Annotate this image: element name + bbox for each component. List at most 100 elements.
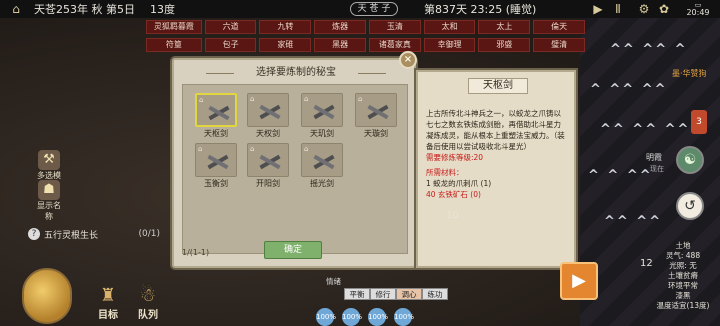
queue-icon: ☃ <box>139 285 157 306</box>
treasure-item[interactable]: ⌂ 天枢剑 <box>195 93 239 138</box>
sword-icon <box>205 101 231 123</box>
sect-tag[interactable]: 幸御理 <box>423 38 476 52</box>
material-item: 1 蛟龙的爪刺爪 (1) <box>426 179 492 188</box>
sect-tag[interactable]: 邪盛 <box>478 38 531 52</box>
progress-bubble: 100% <box>368 308 388 326</box>
sect-tag[interactable]: 诸葛家真 <box>368 38 421 52</box>
season-badge[interactable]: 天 苍 子 <box>350 2 398 16</box>
queue-button[interactable]: ☃ 队列 <box>130 285 166 322</box>
sect-tags: 灵狐羁暮霞 六道 九转 炼器 玉清 太和 太上 倫天 符篁 包子 家碓 黑器 诸… <box>146 20 588 56</box>
mountain-icon: ^^ ^^ <box>604 214 663 229</box>
lock-icon: ⌂ <box>250 95 255 103</box>
progress-bubble: 100% <box>342 308 362 326</box>
sect-tag[interactable]: 太和 <box>423 20 476 34</box>
treasure-item[interactable]: ⌂ 天璇剑 <box>355 93 399 138</box>
item-name: 天璇剑 <box>364 129 388 138</box>
pause-icon[interactable]: Ⅱ <box>610 2 626 16</box>
mountain-icon: ^^ ^^ ^ <box>610 42 688 57</box>
treasure-item[interactable]: ⌂ 摇光剑 <box>301 143 345 188</box>
mode-chip[interactable]: 平衡 <box>344 288 370 300</box>
mode-chip[interactable]: 调心 <box>396 288 422 300</box>
item-name: 摇光剑 <box>310 179 334 188</box>
mountain-icon: ^ ^^ ^^ <box>590 82 668 97</box>
tile-stat: 土地 <box>675 241 691 250</box>
lock-icon: ⌂ <box>198 145 203 153</box>
progress-bubble: 100% <box>316 308 336 326</box>
sword-icon <box>204 150 230 172</box>
lock-icon: ⌂ <box>250 145 255 153</box>
sect-tag[interactable]: 炼器 <box>314 20 366 34</box>
mode-chip[interactable]: 修行 <box>370 288 396 300</box>
treasure-description-panel: 天枢剑 上古所传北斗神兵之一，以蛟龙之爪铸以七七之数玄铁炼成剑胎，再借助北斗星力… <box>416 70 576 268</box>
target-label: 目标 <box>98 310 118 321</box>
tile-stat: 环境平常 <box>668 281 698 290</box>
play-icon[interactable]: ▶ <box>560 262 598 300</box>
gourd-icon[interactable] <box>22 268 72 324</box>
question-icon: ? <box>28 228 40 240</box>
treasure-item[interactable]: ⌂ 天玑剑 <box>301 93 345 138</box>
sword-icon <box>310 100 336 122</box>
sect-tag[interactable]: 符篁 <box>146 38 202 52</box>
tile-stat: 漆黑 <box>675 291 691 300</box>
cultivation-bar: 情绪 平衡 修行 调心 练功 <box>296 276 456 306</box>
mode-chip[interactable]: 练功 <box>422 288 448 300</box>
forge-dialog: 选择要炼制的秘宝 ⌂ 天枢剑 ⌂ 天权剑 ⌂ 天玑剑 ⌂ 天璇剑 ⌂ 玉衡剑 ⌂… <box>172 58 416 268</box>
sword-icon <box>256 150 282 172</box>
lock-icon: ⌂ <box>199 96 204 104</box>
mountain-icon: ^ ^ ^^ <box>588 168 653 183</box>
tile-stat: 光照: 无 <box>669 261 697 270</box>
treasure-item[interactable]: ⌂ 天权剑 <box>247 93 291 138</box>
close-icon[interactable]: × <box>399 51 417 69</box>
sect-tag[interactable]: 六道 <box>204 20 257 34</box>
description-text: 上古所传北斗神兵之一，以蛟龙之爪铸以七七之数玄铁炼成剑胎，再借助北斗星力凝炼成灵… <box>426 109 565 151</box>
settings-icon[interactable]: ⚙ <box>636 2 652 16</box>
sect-tag[interactable]: 倫天 <box>533 20 585 34</box>
show-name-label: 显示名称 <box>37 201 61 221</box>
sect-tag[interactable]: 包子 <box>204 38 257 52</box>
sect-tag[interactable]: 太上 <box>478 20 531 34</box>
lock-icon: ⌂ <box>358 95 363 103</box>
sect-tag[interactable]: 灵狐羁暮霞 <box>146 20 202 34</box>
map-label: 明霞 <box>646 153 662 162</box>
sect-tag[interactable]: 璧清 <box>533 38 585 52</box>
confirm-button[interactable]: 确定 <box>264 241 322 259</box>
tag-row: 灵狐羁暮霞 六道 九转 炼器 玉清 太和 太上 倫天 <box>146 20 588 35</box>
quest-tracker[interactable]: ? 五行灵根生长 (0/1) <box>28 226 160 242</box>
sect-tag[interactable]: 玉清 <box>368 20 421 34</box>
tile-stat: 土壤贫瘠 <box>668 271 698 280</box>
materials-label: 所需材料： <box>426 168 464 177</box>
queue-label: 队列 <box>138 310 158 321</box>
item-name: 玉衡剑 <box>204 179 228 188</box>
quest-count: (0/1) <box>138 229 160 239</box>
speed-icon[interactable]: ▶ <box>590 2 606 16</box>
description-title: 天枢剑 <box>468 78 528 94</box>
multi-select-icon: ⚒ <box>38 150 60 170</box>
map-number: 12 <box>640 258 653 269</box>
system-clock: ▭ 20:49 <box>680 1 716 17</box>
home-icon[interactable]: ⌂ <box>8 2 24 16</box>
treasure-item[interactable]: ⌂ 开阳剑 <box>247 143 291 188</box>
progress-bubble: 100% <box>394 308 414 326</box>
show-name-button[interactable]: ☗ 显示名称 <box>34 180 64 222</box>
target-button[interactable]: ♜ 目标 <box>90 286 126 322</box>
treasure-item[interactable]: ⌂ 玉衡剑 <box>195 143 239 188</box>
requirement-text: 需要修炼等级:20 <box>426 153 484 162</box>
sect-tag[interactable]: 家碓 <box>259 38 312 52</box>
item-frame: ⌂ <box>301 143 343 177</box>
gear-icon[interactable]: ✿ <box>656 2 672 16</box>
clock-time: 20:49 <box>686 8 710 17</box>
treasure-grid: ⌂ 天枢剑 ⌂ 天权剑 ⌂ 天玑剑 ⌂ 天璇剑 ⌂ 玉衡剑 ⌂ 开阳剑 ⌂ 摇光… <box>182 84 408 254</box>
sect-tag[interactable]: 九转 <box>259 20 312 34</box>
item-frame: ⌂ <box>355 93 397 127</box>
item-name: 开阳剑 <box>256 179 280 188</box>
material-item: 40 玄铁矿石 (0) <box>426 190 481 199</box>
sect-tag[interactable]: 黑器 <box>314 38 366 52</box>
item-frame: ⌂ <box>247 93 289 127</box>
item-frame: ⌂ <box>195 93 237 127</box>
notification-tab[interactable]: 3 <box>691 110 707 134</box>
item-frame: ⌂ <box>247 143 289 177</box>
yin-yang-icon[interactable]: ☯ <box>676 146 704 174</box>
back-icon[interactable]: ↺ <box>676 192 704 220</box>
sword-icon <box>364 100 390 122</box>
quest-label: 五行灵根生长 <box>44 230 99 241</box>
